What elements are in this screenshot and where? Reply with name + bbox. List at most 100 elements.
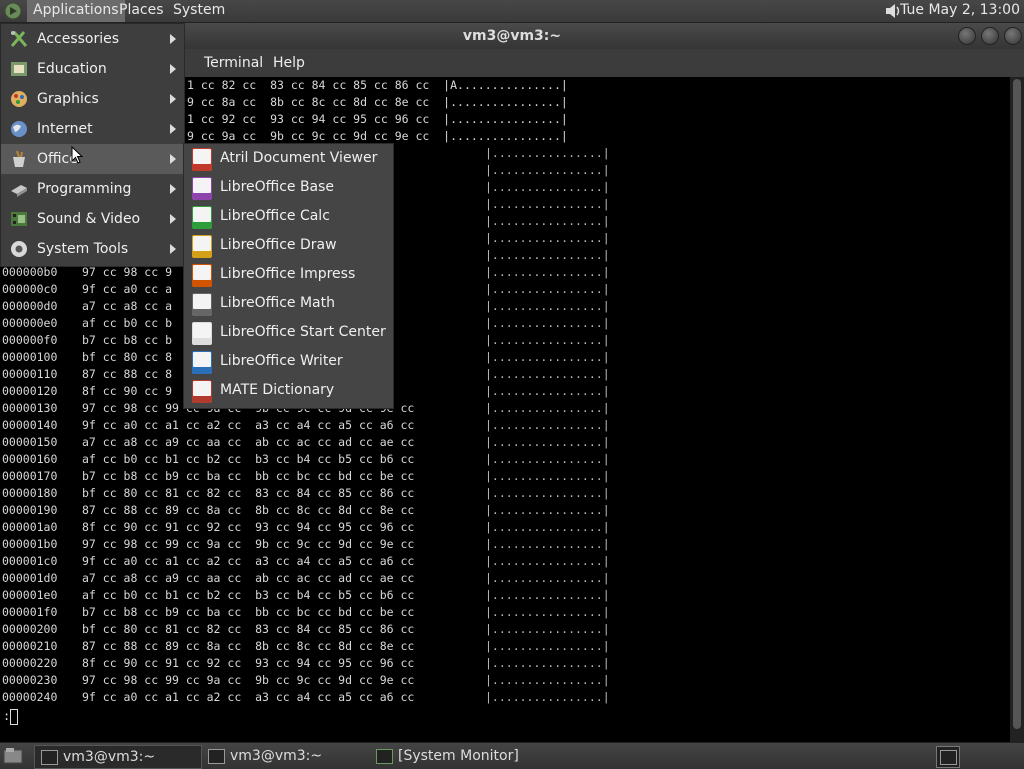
row-hex-bytes: 8f cc 90 cc 91 cc 92 cc 93 cc 94 cc 95 c… xyxy=(82,656,415,670)
menu-terminal[interactable]: Terminal xyxy=(204,49,263,77)
workspace-switcher[interactable] xyxy=(936,746,960,768)
menu-item-label: LibreOffice Calc xyxy=(220,208,330,224)
menu-item-label: LibreOffice Start Center xyxy=(220,324,386,340)
row-ascii: |................| xyxy=(485,282,610,296)
hexdump-row: 00000180 bf cc 80 cc 81 cc 82 cc 83 cc 84… xyxy=(2,485,610,502)
row-hex-bytes: af cc b0 cc b1 cc b2 cc b3 cc b4 cc b5 c… xyxy=(82,452,415,466)
terminal-icon xyxy=(940,750,957,765)
row-ascii: |................| xyxy=(485,180,610,194)
submenu-arrow-icon xyxy=(170,64,176,74)
mate-logo-icon[interactable] xyxy=(2,1,24,21)
menu-system[interactable]: System xyxy=(167,0,231,22)
menu-item-libreoffice-start-center[interactable]: LibreOffice Start Center xyxy=(184,318,393,347)
row-offset: 000001f0 xyxy=(2,605,58,619)
menu-item-libreoffice-draw[interactable]: LibreOffice Draw xyxy=(184,231,393,260)
hexdump-row: 00000160 af cc b0 cc b1 cc b2 cc b3 cc b4… xyxy=(2,451,610,468)
menu-item-label: Accessories xyxy=(37,31,120,47)
libreoffice-start-center-icon xyxy=(192,322,212,345)
row-ascii: |................| xyxy=(485,418,610,432)
close-button[interactable] xyxy=(1004,27,1022,45)
hexdump-row: 000001c0 9f cc a0 cc a1 cc a2 cc a3 cc a4… xyxy=(2,553,610,570)
menu-item-libreoffice-base[interactable]: LibreOffice Base xyxy=(184,173,393,202)
row-hex-bytes: 9f cc a0 cc a1 cc a2 cc a3 cc a4 cc a5 c… xyxy=(82,418,415,432)
menu-item-atril[interactable]: Atril Document Viewer xyxy=(184,144,393,173)
menu-item-office[interactable]: Office xyxy=(1,144,184,174)
row-ascii: |................| xyxy=(485,316,610,330)
menu-help[interactable]: Help xyxy=(273,49,305,77)
row-hex-bytes: a7 cc a8 cc a9 cc aa cc ab cc ac cc ad c… xyxy=(82,571,415,585)
clock[interactable]: Tue May 2, 13:00 xyxy=(900,0,1020,21)
partial-row: 1 cc 82 cc 83 cc 84 cc 85 cc 86 cc |A...… xyxy=(187,78,568,92)
partial-row: 9 cc 8a cc 8b cc 8c cc 8d cc 8e cc |....… xyxy=(187,95,568,109)
menu-item-system-tools[interactable]: System Tools xyxy=(1,234,184,264)
row-hex-bytes: af cc b0 cc b1 cc b2 cc b3 cc b4 cc b5 c… xyxy=(82,588,415,602)
menu-item-libreoffice-math[interactable]: LibreOffice Math xyxy=(184,289,393,318)
hexdump-row: 000001e0 af cc b0 cc b1 cc b2 cc b3 cc b4… xyxy=(2,587,610,604)
hexdump-row: 000001a0 8f cc 90 cc 91 cc 92 cc 93 cc 94… xyxy=(2,519,610,536)
maximize-button[interactable] xyxy=(981,27,999,45)
minimize-button[interactable] xyxy=(958,27,976,45)
hexdump-row: 00000220 8f cc 90 cc 91 cc 92 cc 93 cc 94… xyxy=(2,655,610,672)
terminal-icon xyxy=(208,749,225,764)
taskbar-item-terminal-1[interactable]: vm3@vm3:~ xyxy=(34,745,202,769)
hexdump-row: 00000210 87 cc 88 cc 89 cc 8a cc 8b cc 8c… xyxy=(2,638,610,655)
row-offset: 00000160 xyxy=(2,452,58,466)
row-offset: 00000140 xyxy=(2,418,58,432)
menu-applications[interactable]: Applications xyxy=(27,0,125,22)
menu-item-mate-dictionary[interactable]: MATE Dictionary xyxy=(184,376,393,405)
row-hex-bytes: a7 cc a8 cc a9 cc aa cc ab cc ac cc ad c… xyxy=(82,435,415,449)
terminal-scrollbar[interactable] xyxy=(1010,77,1024,742)
menu-places[interactable]: Places xyxy=(113,0,170,22)
menu-item-libreoffice-writer[interactable]: LibreOffice Writer xyxy=(184,347,393,376)
taskbar-item-terminal-2[interactable]: vm3@vm3:~ xyxy=(202,745,368,767)
row-hex-bytes: 87 cc 88 cc 89 cc 8a cc 8b cc 8c cc 8d c… xyxy=(82,639,415,653)
row-ascii: |................| xyxy=(485,214,610,228)
submenu-arrow-icon xyxy=(170,184,176,194)
menu-item-programming[interactable]: Programming xyxy=(1,174,184,204)
submenu-arrow-icon xyxy=(170,94,176,104)
row-ascii: |................| xyxy=(485,435,610,449)
menu-item-sound-video[interactable]: Sound & Video xyxy=(1,204,184,234)
row-ascii: |................| xyxy=(485,384,610,398)
row-offset: 00000230 xyxy=(2,673,58,687)
row-ascii: |................| xyxy=(485,537,610,551)
submenu-arrow-icon xyxy=(170,34,176,44)
scrollbar-thumb[interactable] xyxy=(1013,79,1021,729)
taskbar-item-system-monitor[interactable]: [System Monitor] xyxy=(370,745,570,767)
menu-item-internet[interactable]: Internet xyxy=(1,114,184,144)
row-hex-bytes: b7 cc b8 cc b9 cc ba cc bb cc bc cc bd c… xyxy=(82,469,415,483)
hexdump-row: 00000190 87 cc 88 cc 89 cc 8a cc 8b cc 8c… xyxy=(2,502,610,519)
menu-item-libreoffice-calc[interactable]: LibreOffice Calc xyxy=(184,202,393,231)
hexdump-row: 00000230 97 cc 98 cc 99 cc 9a cc 9b cc 9c… xyxy=(2,672,610,689)
row-offset: 00000210 xyxy=(2,639,58,653)
row-hex-bytes: 9f cc a0 cc a1 cc a2 cc a3 cc a4 cc a5 c… xyxy=(82,690,415,704)
row-hex-bytes: bf cc 80 cc 81 cc 82 cc 83 cc 84 cc 85 c… xyxy=(82,622,415,636)
libreoffice-calc-icon xyxy=(192,206,212,229)
libreoffice-writer-icon xyxy=(192,351,212,374)
row-offset: 00000220 xyxy=(2,656,58,670)
menu-item-education[interactable]: Education xyxy=(1,54,184,84)
row-offset: 00000150 xyxy=(2,435,58,449)
menu-item-libreoffice-impress[interactable]: LibreOffice Impress xyxy=(184,260,393,289)
hexdump-row: 000001f0 b7 cc b8 cc b9 cc ba cc bb cc bc… xyxy=(2,604,610,621)
taskbar-item-label: [System Monitor] xyxy=(398,748,519,764)
row-ascii: |................| xyxy=(485,486,610,500)
row-hex-bytes: 87 cc 88 cc 89 cc 8a cc 8b cc 8c cc 8d c… xyxy=(82,503,415,517)
row-ascii: |................| xyxy=(485,639,610,653)
menu-item-label: MATE Dictionary xyxy=(220,382,335,398)
row-offset: 000001e0 xyxy=(2,588,58,602)
menu-item-label: LibreOffice Draw xyxy=(220,237,337,253)
office-submenu: Atril Document Viewer LibreOffice Base L… xyxy=(183,143,394,409)
hexdump-row: 000001d0 a7 cc a8 cc a9 cc aa cc ab cc ac… xyxy=(2,570,610,587)
row-ascii: |................| xyxy=(485,554,610,568)
atril-icon xyxy=(192,148,212,171)
row-offset: 00000110 xyxy=(2,367,58,381)
libreoffice-math-icon xyxy=(192,293,212,316)
mouse-pointer-icon xyxy=(71,146,83,164)
show-desktop-icon[interactable] xyxy=(3,747,23,764)
menu-item-accessories[interactable]: Accessories xyxy=(1,24,184,54)
office-icon xyxy=(13,150,25,167)
row-hex-bytes: b7 cc b8 cc b9 cc ba cc bb cc bc cc bd c… xyxy=(82,605,415,619)
menu-item-graphics[interactable]: Graphics xyxy=(1,84,184,114)
row-offset: 00000170 xyxy=(2,469,58,483)
